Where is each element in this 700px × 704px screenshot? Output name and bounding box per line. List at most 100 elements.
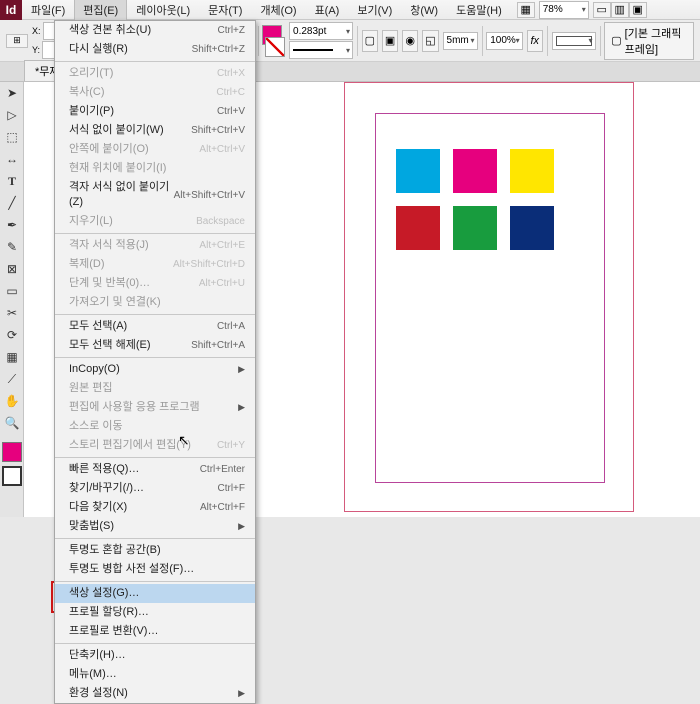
menu-item-label: 가져오기 및 연결(K) bbox=[69, 295, 161, 310]
wrap-none-icon[interactable]: ▢ bbox=[362, 30, 378, 52]
menu-item-label: 복사(C) bbox=[69, 85, 105, 100]
screen-icon[interactable]: ▣ bbox=[629, 2, 647, 18]
menu-window[interactable]: 창(W) bbox=[401, 0, 447, 21]
zoom-tool-icon[interactable]: 🔍 bbox=[0, 412, 24, 434]
menu-item-label: 오리기(T) bbox=[69, 66, 113, 81]
menu-item[interactable]: 투명도 병합 사전 설정(F)… bbox=[55, 560, 255, 579]
page-tool-icon[interactable]: ⬚ bbox=[0, 126, 24, 148]
gradient-tool-icon[interactable]: ▦ bbox=[0, 346, 24, 368]
separator bbox=[600, 26, 601, 56]
menu-item[interactable]: 모두 선택(A)Ctrl+A bbox=[55, 317, 255, 336]
menu-item[interactable]: 색상 설정(G)… bbox=[55, 584, 255, 603]
menu-item[interactable]: 찾기/바꾸기(/)…Ctrl+F bbox=[55, 479, 255, 498]
menu-table[interactable]: 표(A) bbox=[306, 0, 349, 21]
rect-tool-icon[interactable]: ▭ bbox=[0, 280, 24, 302]
color-square[interactable] bbox=[510, 149, 554, 193]
view-icon[interactable]: ▭ bbox=[593, 2, 611, 18]
menu-item[interactable]: 색상 견본 취소(U)Ctrl+Z bbox=[55, 21, 255, 40]
corner-icon[interactable]: ◱ bbox=[422, 30, 438, 52]
shortcut-label: Shift+Ctrl+A bbox=[191, 338, 245, 353]
corner-size-field[interactable]: 5mm bbox=[443, 32, 478, 50]
menu-item[interactable]: 서식 없이 붙이기(W)Shift+Ctrl+V bbox=[55, 121, 255, 140]
color-square[interactable] bbox=[510, 206, 554, 250]
pencil-tool-icon[interactable]: ✎ bbox=[0, 236, 24, 258]
zoom-dropdown[interactable]: 78% bbox=[539, 1, 589, 19]
arrange-icon[interactable]: ▥ bbox=[611, 2, 629, 18]
menu-item[interactable]: 메뉴(M)… bbox=[55, 665, 255, 684]
shortcut-label: Ctrl+Enter bbox=[200, 462, 245, 477]
submenu-arrow-icon: ▶ bbox=[238, 362, 245, 377]
menu-item: 가져오기 및 연결(K) bbox=[55, 293, 255, 312]
separator bbox=[547, 26, 548, 56]
transform-tool-icon[interactable]: ⟳ bbox=[0, 324, 24, 346]
stroke-swatch[interactable] bbox=[2, 466, 22, 486]
menu-item: 지우기(L)Backspace bbox=[55, 212, 255, 231]
menu-edit[interactable]: 편집(E) bbox=[74, 0, 127, 21]
direct-select-tool-icon[interactable]: ▷ bbox=[0, 104, 24, 126]
stroke-weight-field[interactable]: 0.283pt bbox=[289, 22, 353, 40]
object-style-preset[interactable]: ▢[기본 그래픽 프레임] bbox=[604, 22, 694, 60]
style-field[interactable] bbox=[552, 32, 596, 50]
menu-item-label: 현재 위치에 붙이기(I) bbox=[69, 161, 166, 176]
menu-view[interactable]: 보기(V) bbox=[348, 0, 401, 21]
shortcut-label: Ctrl+V bbox=[217, 104, 245, 119]
menu-item[interactable]: 다음 찾기(X)Alt+Ctrl+F bbox=[55, 498, 255, 517]
eyedropper-tool-icon[interactable]: ⟋ bbox=[0, 368, 24, 390]
separator bbox=[482, 26, 483, 56]
menu-item[interactable]: 격자 서식 없이 붙이기(Z)Alt+Shift+Ctrl+V bbox=[55, 178, 255, 212]
gap-tool-icon[interactable]: ↔ bbox=[0, 148, 24, 170]
fill-swatch[interactable] bbox=[2, 442, 22, 462]
rect-frame-tool-icon[interactable]: ⊠ bbox=[0, 258, 24, 280]
menu-item-label: 안쪽에 붙이기(O) bbox=[69, 142, 149, 157]
menu-item[interactable]: 다시 실행(R)Shift+Ctrl+Z bbox=[55, 40, 255, 59]
menu-item-label: 메뉴(M)… bbox=[69, 667, 117, 682]
hand-tool-icon[interactable]: ✋ bbox=[0, 390, 24, 412]
menu-item[interactable]: 맞춤법(S)▶ bbox=[55, 517, 255, 536]
bridge-icon[interactable]: ▦ bbox=[517, 2, 535, 18]
menu-item[interactable]: 붙이기(P)Ctrl+V bbox=[55, 102, 255, 121]
type-tool-icon[interactable]: T bbox=[0, 170, 24, 192]
menu-item: 편집에 사용할 응용 프로그램▶ bbox=[55, 398, 255, 417]
menu-file[interactable]: 파일(F) bbox=[22, 0, 74, 21]
menu-item: 복제(D)Alt+Shift+Ctrl+D bbox=[55, 255, 255, 274]
menu-item[interactable]: 환경 설정(N)▶ bbox=[55, 684, 255, 703]
menu-item: 단계 및 반복(0)…Alt+Ctrl+U bbox=[55, 274, 255, 293]
line-tool-icon[interactable]: ╱ bbox=[0, 192, 24, 214]
menu-object[interactable]: 개체(O) bbox=[251, 0, 305, 21]
ref-point-icon[interactable]: ⊞ bbox=[6, 34, 28, 48]
menu-item[interactable]: 투명도 혼합 공간(B) bbox=[55, 541, 255, 560]
menu-item[interactable]: 모두 선택 해제(E)Shift+Ctrl+A bbox=[55, 336, 255, 355]
wrap-bbox-icon[interactable]: ▣ bbox=[382, 30, 398, 52]
opacity-field[interactable]: 100% bbox=[486, 32, 522, 50]
submenu-arrow-icon: ▶ bbox=[238, 400, 245, 415]
wrap-shape-icon[interactable]: ◉ bbox=[402, 30, 418, 52]
submenu-arrow-icon: ▶ bbox=[238, 686, 245, 701]
menu-item[interactable]: 빠른 적용(Q)…Ctrl+Enter bbox=[55, 460, 255, 479]
scissors-tool-icon[interactable]: ✂ bbox=[0, 302, 24, 324]
menu-item-label: 색상 설정(G)… bbox=[69, 586, 139, 601]
color-square[interactable] bbox=[396, 206, 440, 250]
menu-item-label: 투명도 혼합 공간(B) bbox=[69, 543, 161, 558]
menubar: Id 파일(F) 편집(E) 레이아웃(L) 문자(T) 개체(O) 표(A) … bbox=[0, 0, 700, 20]
menu-item[interactable]: 프로필 할당(R)… bbox=[55, 603, 255, 622]
menu-type[interactable]: 문자(T) bbox=[199, 0, 251, 21]
fill-stroke-swatch[interactable] bbox=[262, 25, 285, 57]
fx-button[interactable]: fx bbox=[527, 30, 543, 52]
app-badge: Id bbox=[0, 0, 22, 20]
edit-menu-dropdown: 색상 견본 취소(U)Ctrl+Z다시 실행(R)Shift+Ctrl+Z 오리기… bbox=[54, 20, 256, 704]
menu-item[interactable]: 프로필로 변환(V)… bbox=[55, 622, 255, 641]
menu-item: 안쪽에 붙이기(O)Alt+Ctrl+V bbox=[55, 140, 255, 159]
selection-tool-icon[interactable]: ➤ bbox=[0, 82, 24, 104]
menu-item: 복사(C)Ctrl+C bbox=[55, 83, 255, 102]
pen-tool-icon[interactable]: ✒ bbox=[0, 214, 24, 236]
color-square[interactable] bbox=[396, 149, 440, 193]
menu-layout[interactable]: 레이아웃(L) bbox=[127, 0, 199, 21]
menu-item[interactable]: 단축키(H)… bbox=[55, 646, 255, 665]
menu-item[interactable]: InCopy(O)▶ bbox=[55, 360, 255, 379]
stroke-type-field[interactable] bbox=[289, 41, 353, 59]
color-square[interactable] bbox=[453, 149, 497, 193]
color-square[interactable] bbox=[453, 206, 497, 250]
menu-help[interactable]: 도움말(H) bbox=[447, 0, 511, 21]
page-margin bbox=[375, 113, 605, 483]
menu-item-label: 서식 없이 붙이기(W) bbox=[69, 123, 164, 138]
